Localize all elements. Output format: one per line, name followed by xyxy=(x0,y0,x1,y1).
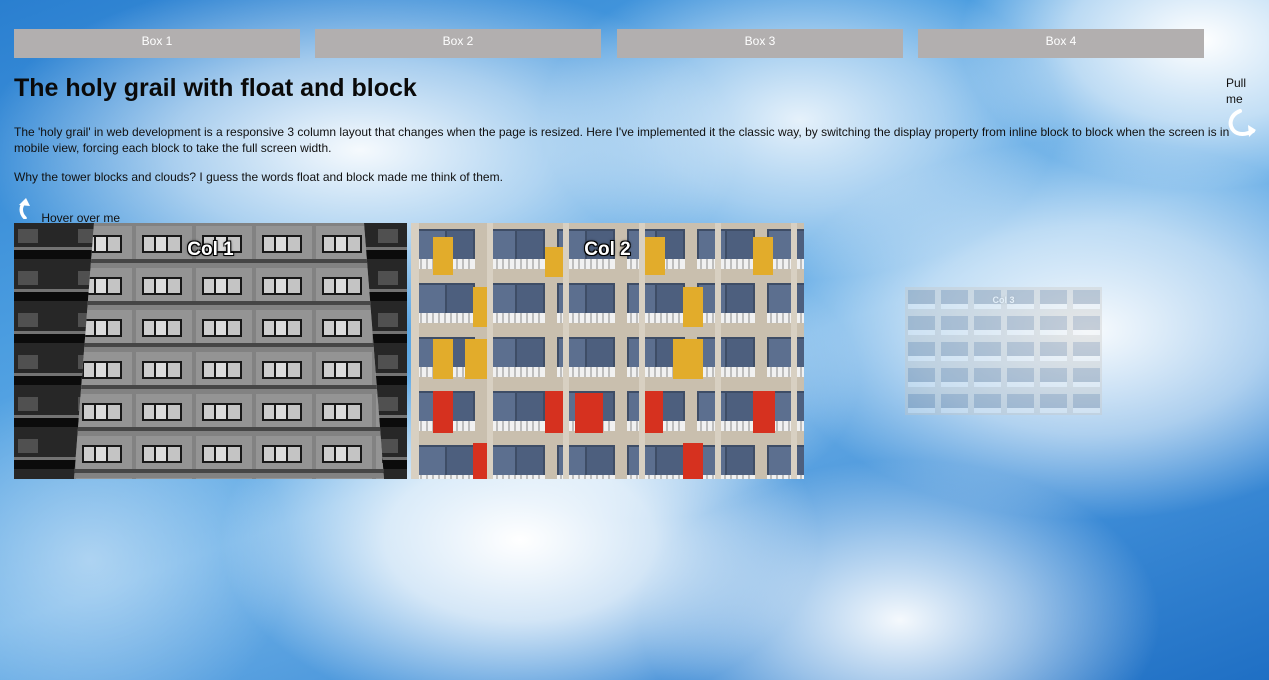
faded-tower-image xyxy=(905,287,1102,415)
column-3[interactable]: Col 3 xyxy=(905,287,1102,415)
box-2-button[interactable]: Box 2 xyxy=(315,29,601,58)
intro-paragraph: The 'holy grail' in web development is a… xyxy=(14,125,1230,155)
box-1-button[interactable]: Box 1 xyxy=(14,29,300,58)
box-4-button[interactable]: Box 4 xyxy=(918,29,1204,58)
column-1-title: Col 1 xyxy=(187,239,234,260)
column-2[interactable]: Col 2 xyxy=(411,223,804,479)
pull-label: Pull me xyxy=(1226,76,1247,106)
why-paragraph: Why the tower blocks and clouds? I guess… xyxy=(14,170,503,184)
column-2-title: Col 2 xyxy=(584,239,631,260)
column-1[interactable]: Col 1 xyxy=(14,223,407,479)
column-3-title: Col 3 xyxy=(992,295,1015,305)
grey-tower-image xyxy=(14,223,407,479)
box-3-button[interactable]: Box 3 xyxy=(617,29,903,58)
box-nav: Box 1 Box 2 Box 3 Box 4 xyxy=(14,29,1204,58)
colorful-tower-image xyxy=(411,223,804,479)
curved-arrow-icon xyxy=(19,198,30,220)
pull-handle[interactable]: Pull me xyxy=(1226,75,1266,139)
page-title: The holy grail with float and block xyxy=(14,74,417,102)
hover-hint: Hover over me xyxy=(14,197,120,225)
curved-arrow-icon xyxy=(1228,109,1256,137)
